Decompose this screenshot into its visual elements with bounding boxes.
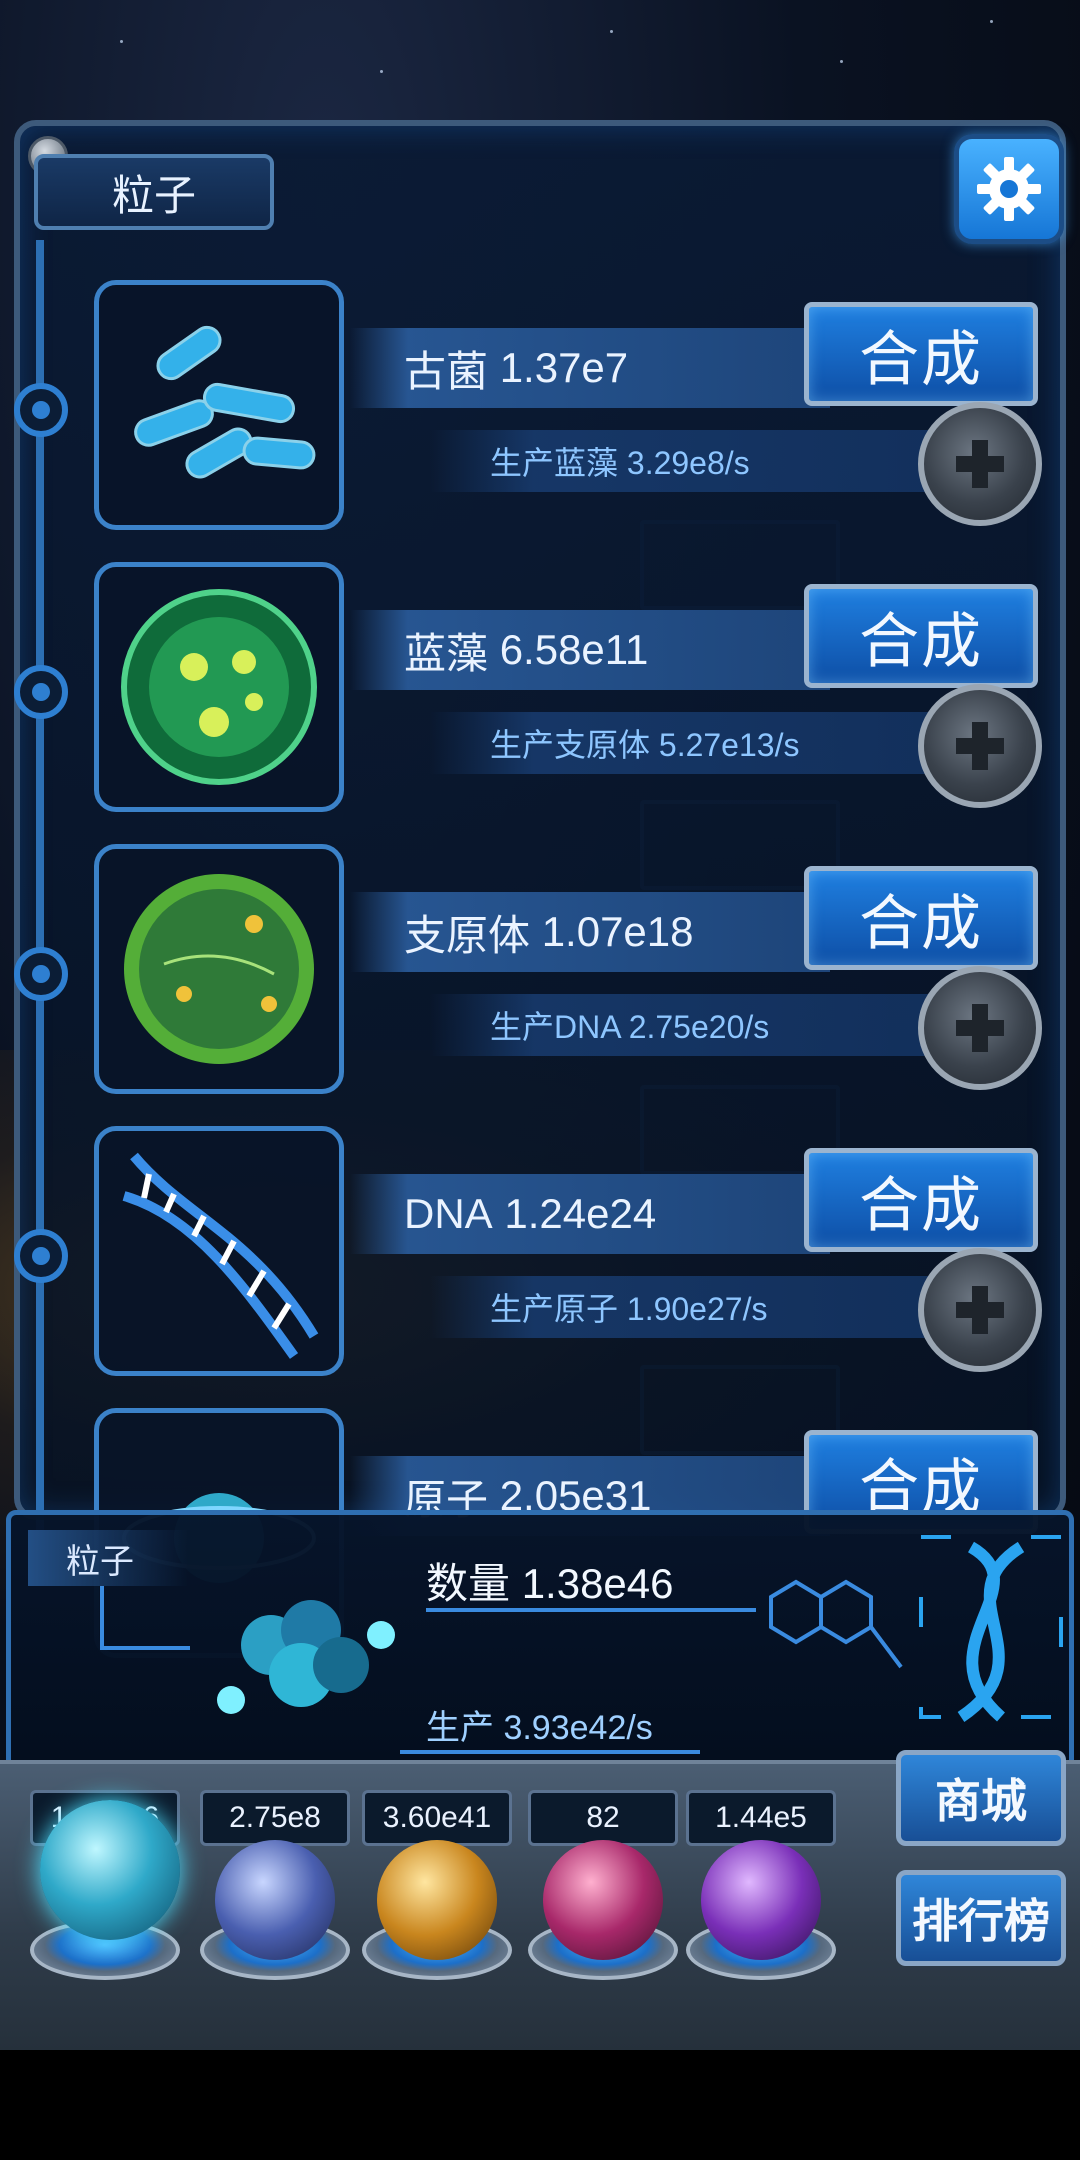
archaea-icon [134, 325, 316, 479]
creature-amount: 1.37e7 [499, 344, 629, 391]
creature-amount: 1.07e18 [541, 908, 694, 955]
count-label: 数量 [426, 1560, 511, 1607]
creature-row-dna: DNA 1.24e24 生产原子 1.90e27/s 合成 [0, 1126, 1080, 1396]
molecule-dna-icon [769, 1535, 1063, 1722]
panel-line [100, 1646, 190, 1650]
cyanobacteria-icon [121, 589, 317, 785]
star [990, 20, 993, 23]
resource-value-brain: 82 [528, 1790, 678, 1846]
star [380, 70, 383, 73]
creature-amount: 6.58e11 [499, 626, 649, 673]
bottom-bar [0, 2050, 1080, 2160]
vortex-orb-button[interactable] [701, 1840, 821, 1960]
production-label: 生产 [426, 1709, 494, 1747]
synthesize-button[interactable]: 合成 [804, 302, 1038, 406]
creature-production: 生产支原体 5.27e13/s [430, 712, 950, 774]
settings-button[interactable] [954, 134, 1064, 244]
creature-name-bar: 古菌 1.37e7 [350, 328, 830, 408]
creature-portrait [94, 844, 344, 1094]
upgrade-button[interactable] [918, 966, 1042, 1090]
synthesize-button[interactable]: 合成 [804, 866, 1038, 970]
dna-icon [122, 1152, 319, 1359]
gear-icon [977, 157, 1041, 221]
creature-name-bar: 支原体 1.07e18 [350, 892, 830, 972]
star [840, 60, 843, 63]
creature-name: 古菌 [404, 347, 489, 395]
creature-row-mycoplasma: 支原体 1.07e18 生产DNA 2.75e20/s 合成 [0, 844, 1080, 1114]
upgrade-button[interactable] [918, 402, 1042, 526]
resource-value-energy: 2.75e8 [200, 1790, 350, 1846]
particle-label: 粒子 [28, 1530, 188, 1586]
upgrade-button[interactable] [918, 1248, 1042, 1372]
star [120, 40, 123, 43]
creature-name-bar: 蓝藻 6.58e11 [350, 610, 830, 690]
leaderboard-button[interactable]: 排行榜 [896, 1870, 1066, 1966]
creature-portrait [94, 562, 344, 812]
brain-orb-button[interactable] [543, 1840, 663, 1960]
plus-icon [956, 1286, 1004, 1334]
galaxy-orb-button[interactable] [377, 1840, 497, 1960]
plus-icon [956, 1004, 1004, 1052]
synthesize-button[interactable]: 合成 [804, 1148, 1038, 1252]
particle-cluster-icon [217, 1600, 395, 1714]
particle-count: 数量 1.38e46 [426, 1550, 674, 1611]
upgrade-button[interactable] [918, 684, 1042, 808]
shop-button[interactable]: 商城 [896, 1750, 1066, 1846]
creature-portrait [94, 280, 344, 530]
plus-icon [956, 440, 1004, 488]
plus-icon [956, 722, 1004, 770]
star [610, 30, 613, 33]
creature-name: DNA [404, 1190, 493, 1237]
particle-orb-button[interactable] [40, 1800, 180, 1940]
particle-production: 生产 3.93e42/s [426, 1700, 653, 1749]
panel-line [100, 1586, 104, 1646]
creature-name: 蓝藻 [404, 629, 489, 677]
creature-portrait [94, 1126, 344, 1376]
resource-value-vortex: 1.44e5 [686, 1790, 836, 1846]
production-value: 3.93e42/s [503, 1709, 653, 1747]
synthesize-button[interactable]: 合成 [804, 584, 1038, 688]
energy-orb-button[interactable] [215, 1840, 335, 1960]
creature-amount: 1.24e24 [504, 1190, 657, 1237]
creature-production: 生产原子 1.90e27/s [430, 1276, 950, 1338]
page-title: 粒子 [34, 154, 274, 230]
creature-name-bar: DNA 1.24e24 [350, 1174, 830, 1254]
creature-production: 生产蓝藻 3.29e8/s [430, 430, 950, 492]
panel-line [400, 1750, 700, 1754]
creature-production: 生产DNA 2.75e20/s [430, 994, 950, 1056]
mycoplasma-icon [124, 874, 314, 1064]
count-value: 1.38e46 [521, 1560, 674, 1607]
creature-row-cyanobacteria: 蓝藻 6.58e11 生产支原体 5.27e13/s 合成 [0, 562, 1080, 832]
creature-name: 支原体 [404, 911, 531, 959]
resource-value-galaxy: 3.60e41 [362, 1790, 512, 1846]
creature-row-archaea: 古菌 1.37e7 生产蓝藻 3.29e8/s 合成 [0, 280, 1080, 550]
